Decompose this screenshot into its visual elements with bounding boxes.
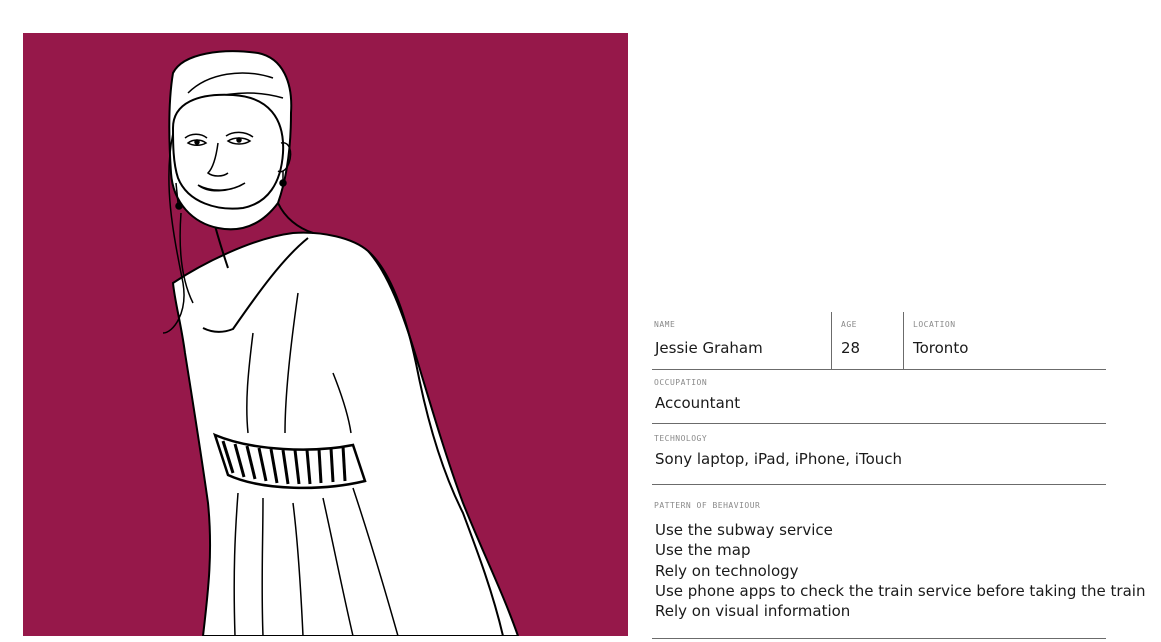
persona-details: NAME Jessie Graham AGE 28 LOCATION Toron… bbox=[652, 312, 1161, 639]
occupation-value: Accountant bbox=[655, 394, 741, 412]
location-label: LOCATION bbox=[913, 320, 956, 329]
age-label: AGE bbox=[841, 320, 857, 329]
name-value: Jessie Graham bbox=[655, 339, 763, 357]
behaviour-row: PATTERN OF BEHAVIOUR Use the subway serv… bbox=[652, 485, 1145, 639]
persona-portrait-illustration bbox=[23, 33, 628, 636]
face-outline bbox=[171, 93, 285, 210]
name-cell: NAME Jessie Graham bbox=[652, 312, 832, 369]
behaviour-label: PATTERN OF BEHAVIOUR bbox=[654, 501, 761, 510]
portrait-line-art bbox=[23, 33, 628, 636]
technology-value: Sony laptop, iPad, iPhone, iTouch bbox=[655, 450, 903, 468]
list-item: Rely on visual information bbox=[655, 602, 851, 621]
list-item: Rely on technology bbox=[655, 561, 799, 580]
location-cell: LOCATION Toronto bbox=[904, 312, 1106, 369]
name-label: NAME bbox=[654, 320, 676, 329]
technology-label: TECHNOLOGY bbox=[654, 434, 708, 443]
age-cell: AGE 28 bbox=[832, 312, 904, 369]
list-item: Use the subway service bbox=[655, 521, 833, 539]
persona-page: NAME Jessie Graham AGE 28 LOCATION Toron… bbox=[0, 0, 1161, 642]
behaviour-list: Use the subway service Use the map Rely … bbox=[655, 520, 1145, 621]
occupation-label: OCCUPATION bbox=[654, 378, 708, 387]
location-value: Toronto bbox=[913, 339, 969, 357]
technology-row: TECHNOLOGY Sony laptop, iPad, iPhone, iT… bbox=[652, 424, 1106, 485]
persona-basic-info-row: NAME Jessie Graham AGE 28 LOCATION Toron… bbox=[652, 312, 1106, 370]
occupation-row: OCCUPATION Accountant bbox=[652, 370, 1106, 424]
list-item: Use phone apps to check the train servic… bbox=[655, 581, 1146, 600]
age-value: 28 bbox=[841, 339, 861, 357]
list-item: Use the map bbox=[655, 541, 751, 560]
